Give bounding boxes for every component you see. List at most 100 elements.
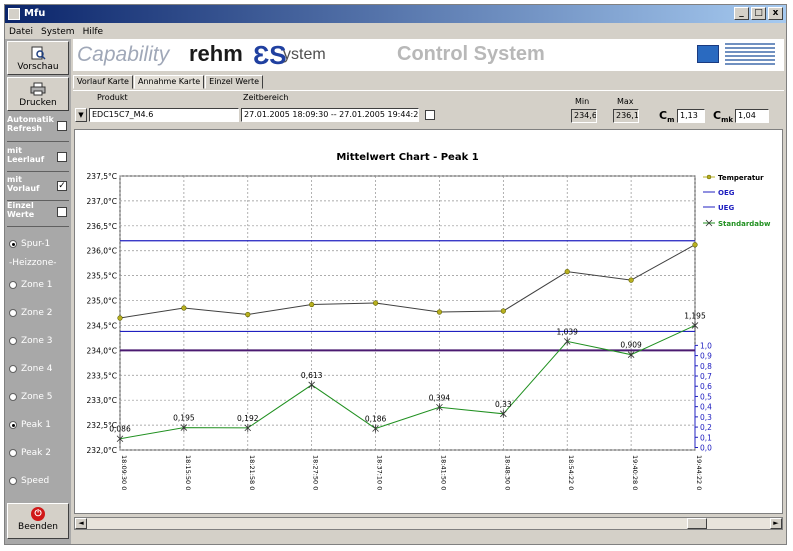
produkt-dropdown-button[interactable]: ▼ [75, 108, 87, 122]
maximize-button[interactable]: □ [751, 7, 766, 20]
zone-label: Speed [21, 476, 50, 486]
tab-bar: Vorlauf Karte Annahme Karte Einzel Werte [73, 75, 264, 89]
menu-system[interactable]: System [41, 27, 75, 37]
leerlauf-option: mit Leerlauf [7, 146, 69, 170]
zone-radio[interactable]: Zone 4 [9, 360, 69, 378]
y-left-tick-label: 235,5°C [87, 272, 117, 281]
y-left-tick-label: 233,5°C [87, 371, 117, 380]
drucken-button[interactable]: Drucken [7, 77, 69, 111]
y-right-tick-label: 0,7 [700, 372, 712, 381]
vorschau-button[interactable]: Vorschau [7, 41, 69, 75]
standardabw-data-label: 0,613 [301, 371, 323, 380]
tab-einzel-werte[interactable]: Einzel Werte [205, 75, 264, 89]
zone-radio[interactable]: Peak 1 [9, 416, 69, 434]
x-tick-label: 18:54:22 0 [567, 455, 575, 490]
divider [7, 171, 69, 172]
divider [7, 226, 69, 227]
y-right-tick-label: 0,6 [700, 382, 712, 391]
tab-vorlauf-karte[interactable]: Vorlauf Karte [73, 75, 133, 89]
menu-hilfe[interactable]: Hilfe [83, 27, 103, 37]
zone-label: Zone 1 [21, 280, 53, 290]
zone-label: Zone 4 [21, 364, 53, 374]
auto-refresh-option: Automatik Refresh [7, 115, 69, 139]
window-title: Mfu [24, 8, 46, 19]
divider [7, 141, 69, 142]
temperatur-point [245, 311, 251, 318]
printer-icon [30, 82, 46, 96]
zeitbereich-label: Zeitbereich [243, 93, 289, 102]
x-tick-label: 19:44:22 0 [695, 455, 703, 490]
brand-lines-icon [725, 43, 775, 67]
legend-marker [706, 174, 712, 180]
zone-radio[interactable]: Zone 2 [9, 304, 69, 322]
produkt-label: Produkt [97, 93, 128, 102]
header-banner: Capability rehm ƐS ystem Control System [73, 39, 784, 71]
tab-annahme-karte[interactable]: Annahme Karte [133, 75, 205, 89]
zone-radio[interactable]: Zone 3 [9, 332, 69, 350]
max-value: 236,1 [613, 109, 639, 123]
einzelwerte-checkbox[interactable] [57, 207, 67, 217]
mittelwert-chart: Mittelwert Chart - Peak 1 237,5°C 237,0°C 2… [87, 152, 771, 490]
temperatur-point [628, 277, 634, 283]
minimize-button[interactable]: _ [734, 7, 749, 20]
standardabw-data-label: 0,086 [109, 425, 131, 434]
y-left-tick-label: 237,0°C [87, 197, 117, 206]
cm-label: Cm [659, 109, 674, 124]
temperatur-point [372, 300, 379, 306]
preview-icon [31, 46, 46, 60]
scroll-left-button[interactable]: ◄ [75, 518, 87, 529]
zone-radio[interactable]: Zone 5 [9, 388, 69, 406]
cmk-field[interactable]: 1,04 [735, 109, 769, 123]
auto-refresh-checkbox[interactable] [57, 121, 67, 131]
y-left-tick-label: 234,0°C [87, 346, 117, 355]
standardabw-data-label: 0,909 [620, 341, 642, 350]
vorlauf-checkbox[interactable]: ✓ [57, 181, 67, 191]
zone-label: Zone 3 [21, 336, 53, 346]
x-tick-label: 18:21:58 0 [248, 455, 256, 490]
x-tick-label: 18:15:50 0 [184, 455, 192, 490]
y-left-tick-label: 235,0°C [87, 297, 117, 306]
x-tick-label: 18:37:10 0 [376, 455, 384, 490]
temperatur-point [436, 309, 443, 315]
radio-dot [9, 393, 17, 401]
standardabw-line [119, 325, 696, 440]
radio-dot [9, 337, 17, 345]
horizontal-scrollbar[interactable]: ◄ ► [74, 517, 783, 530]
legend-entry: OEG [718, 189, 735, 197]
spur-label: Spur-1 [21, 239, 51, 249]
standardabw-point [372, 424, 379, 433]
title-bar[interactable]: Mfu _ □ x [5, 5, 786, 23]
temperatur-point [117, 315, 123, 321]
zeitbereich-field[interactable]: 27.01.2005 18:09:30 -- 27.01.2005 19:44:… [241, 108, 419, 122]
zone-label: Zone 5 [21, 392, 53, 402]
max-label: Max [617, 97, 634, 106]
close-button[interactable]: x [768, 7, 783, 20]
cs-logo-icon: ƐS [253, 40, 287, 70]
zone-radio[interactable]: Speed [9, 472, 69, 490]
temperatur-point [692, 242, 698, 248]
spur-radio[interactable]: Spur-1 [9, 235, 69, 253]
y-right-tick-label: 0,8 [700, 362, 712, 371]
zone-radio[interactable]: Peak 2 [9, 444, 69, 462]
radio-dot [9, 421, 17, 429]
x-tick-label: 18:27:50 0 [312, 455, 320, 490]
beenden-button[interactable]: ⏻ Beenden [7, 503, 69, 539]
menu-datei[interactable]: Datei [9, 27, 33, 37]
spur-radio-dot [9, 240, 17, 248]
scroll-right-button[interactable]: ► [770, 518, 782, 529]
x-tick-label: 18:41:50 0 [439, 455, 447, 490]
y-right-tick-label: 1,0 [700, 341, 712, 350]
cm-field[interactable]: 1,13 [677, 109, 705, 123]
scroll-thumb[interactable] [687, 518, 707, 529]
zeitbereich-checkbox[interactable] [425, 110, 435, 120]
zone-radio[interactable]: Zone 1 [9, 276, 69, 294]
y-right-tick-label: 0,1 [700, 433, 712, 442]
produkt-field[interactable]: EDC15C7_M4.6 [89, 108, 239, 122]
cmk-letter: C [713, 109, 722, 122]
leerlauf-checkbox[interactable] [57, 152, 67, 162]
cmk-label: Cmk [713, 109, 733, 124]
menu-bar: Datei System Hilfe [5, 24, 786, 39]
x-tick-label: 18:48:30 0 [503, 455, 511, 490]
temperatur-point [309, 301, 315, 308]
y-right-tick-label: 0,9 [700, 352, 712, 361]
